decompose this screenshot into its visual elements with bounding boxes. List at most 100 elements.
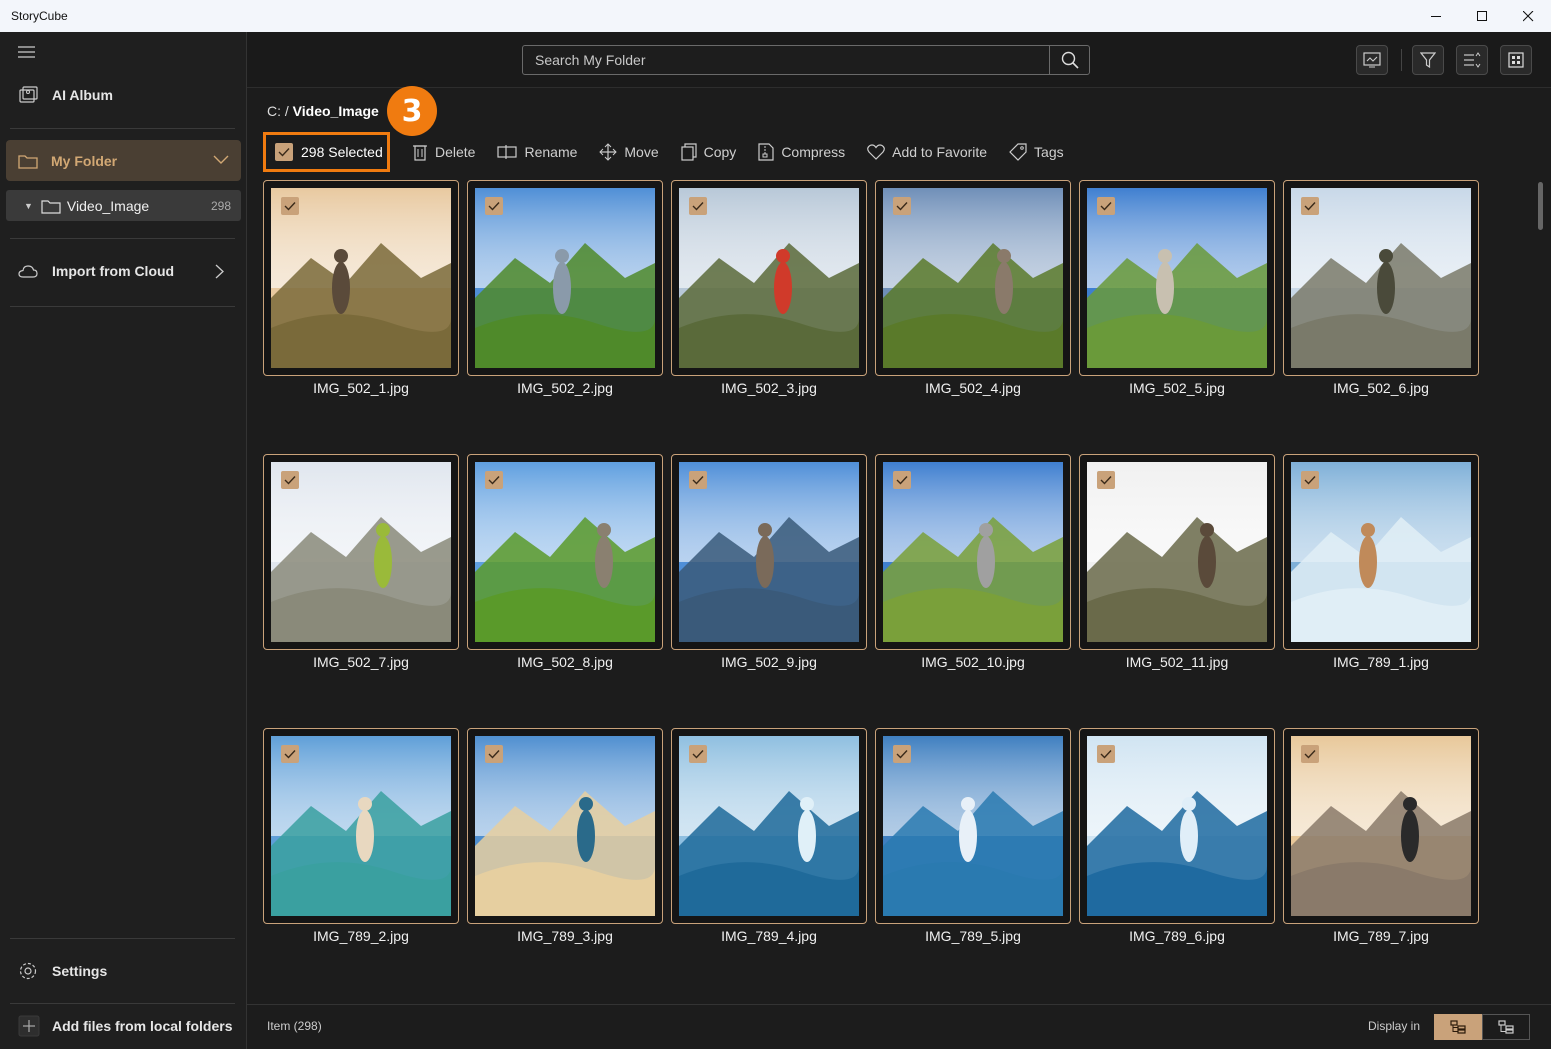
toolbar-separator — [1401, 49, 1402, 71]
sidebar-item-ai-album[interactable]: AI Album — [10, 77, 236, 113]
thumbnail-image[interactable] — [883, 188, 1063, 368]
heart-icon — [867, 144, 885, 160]
folder-tree-item-video-image[interactable]: ▼ Video_Image 298 — [6, 190, 241, 221]
thumbnail-image[interactable] — [883, 736, 1063, 916]
view-mode-button[interactable] — [1500, 45, 1532, 75]
file-tile[interactable] — [671, 454, 867, 650]
thumbnail-image[interactable] — [1291, 462, 1471, 642]
file-tile[interactable] — [875, 180, 1071, 376]
file-tile[interactable] — [671, 180, 867, 376]
tile-checkbox[interactable] — [281, 197, 299, 215]
tile-checkbox[interactable] — [1097, 745, 1115, 763]
copy-button[interactable]: Copy — [681, 143, 736, 161]
delete-button[interactable]: Delete — [412, 143, 475, 161]
favorite-label: Add to Favorite — [892, 144, 988, 160]
tile-checkbox[interactable] — [485, 471, 503, 489]
file-tile[interactable] — [1283, 180, 1479, 376]
thumbnail-image[interactable] — [883, 462, 1063, 642]
file-name: IMG_502_11.jpg — [1125, 654, 1229, 670]
file-tile[interactable] — [467, 728, 663, 924]
tile-checkbox[interactable] — [689, 745, 707, 763]
file-name: IMG_789_1.jpg — [1333, 654, 1429, 670]
file-tile[interactable] — [671, 728, 867, 924]
file-tile[interactable] — [875, 728, 1071, 924]
slideshow-icon — [1363, 52, 1381, 68]
tile-checkbox[interactable] — [1301, 745, 1319, 763]
display-tree-button[interactable] — [1434, 1014, 1482, 1040]
rename-button[interactable]: Rename — [497, 144, 577, 160]
display-flat-button[interactable] — [1482, 1014, 1530, 1040]
tile-checkbox[interactable] — [893, 745, 911, 763]
add-to-favorite-button[interactable]: Add to Favorite — [867, 144, 987, 160]
thumbnail-image[interactable] — [1087, 736, 1267, 916]
move-icon — [599, 143, 618, 161]
move-button[interactable]: Move — [599, 143, 659, 161]
thumbnail-image[interactable] — [475, 736, 655, 916]
filter-button[interactable] — [1412, 45, 1444, 75]
file-tile[interactable] — [263, 180, 459, 376]
tile-checkbox[interactable] — [1301, 471, 1319, 489]
scrollbar-thumb[interactable] — [1538, 182, 1543, 230]
maximize-button[interactable] — [1459, 0, 1505, 32]
file-tile[interactable] — [1079, 728, 1275, 924]
search-button[interactable] — [1049, 46, 1089, 74]
file-tile[interactable] — [1079, 180, 1275, 376]
close-button[interactable] — [1505, 0, 1551, 32]
chevron-down-icon[interactable] — [213, 152, 229, 168]
menu-button[interactable] — [18, 45, 36, 64]
scrollbar[interactable] — [1538, 182, 1543, 1012]
tags-button[interactable]: Tags — [1009, 143, 1064, 161]
thumbnail-image[interactable] — [1087, 188, 1267, 368]
tile-checkbox[interactable] — [893, 471, 911, 489]
add-local-files-button[interactable]: Add files from local folders — [10, 1008, 236, 1044]
file-tile[interactable] — [263, 728, 459, 924]
thumbnail-image[interactable] — [1291, 736, 1471, 916]
sidebar-item-settings[interactable]: Settings — [10, 953, 236, 989]
breadcrumb-root[interactable]: C: — [267, 103, 281, 119]
tile-checkbox[interactable] — [281, 745, 299, 763]
tile-checkbox[interactable] — [485, 197, 503, 215]
sidebar-item-my-folder[interactable]: My Folder — [6, 140, 241, 181]
file-tile[interactable] — [1079, 454, 1275, 650]
close-icon — [1522, 10, 1533, 21]
thumbnail-image[interactable] — [679, 736, 859, 916]
tile-checkbox[interactable] — [1097, 197, 1115, 215]
thumbnail-image[interactable] — [475, 188, 655, 368]
file-tile[interactable] — [467, 454, 663, 650]
tile-checkbox[interactable] — [893, 197, 911, 215]
compress-button[interactable]: Compress — [758, 143, 845, 161]
thumbnail-image[interactable] — [1291, 188, 1471, 368]
thumbnail-image[interactable] — [679, 462, 859, 642]
thumbnail-image[interactable] — [1087, 462, 1267, 642]
file-name: IMG_502_6.jpg — [1333, 380, 1429, 396]
file-tile[interactable] — [467, 180, 663, 376]
slideshow-button[interactable] — [1356, 45, 1388, 75]
search-input[interactable] — [523, 46, 1049, 74]
thumbnail-image[interactable] — [475, 462, 655, 642]
file-tile[interactable] — [263, 454, 459, 650]
tile-checkbox[interactable] — [281, 471, 299, 489]
flat-list-icon — [1498, 1020, 1514, 1034]
minimize-button[interactable] — [1413, 0, 1459, 32]
file-tile[interactable] — [1283, 454, 1479, 650]
thumbnail-image[interactable] — [271, 462, 451, 642]
tile-checkbox[interactable] — [485, 745, 503, 763]
folder-icon — [18, 153, 38, 169]
file-tile[interactable] — [875, 454, 1071, 650]
tags-label: Tags — [1034, 144, 1064, 160]
thumbnail-image[interactable] — [271, 736, 451, 916]
tile-checkbox[interactable] — [689, 197, 707, 215]
sort-button[interactable] — [1456, 45, 1488, 75]
tile-checkbox[interactable] — [1097, 471, 1115, 489]
thumbnail-image[interactable] — [679, 188, 859, 368]
tile-checkbox[interactable] — [689, 471, 707, 489]
expand-triangle-icon[interactable]: ▼ — [24, 201, 33, 211]
thumbnail-image[interactable] — [271, 188, 451, 368]
tile-checkbox[interactable] — [1301, 197, 1319, 215]
file-tile[interactable] — [1283, 728, 1479, 924]
check-icon — [1100, 202, 1112, 211]
sidebar-item-import-cloud[interactable]: Import from Cloud — [10, 253, 236, 289]
file-name: IMG_789_3.jpg — [517, 928, 613, 944]
check-icon — [692, 202, 704, 211]
divider — [10, 128, 235, 129]
